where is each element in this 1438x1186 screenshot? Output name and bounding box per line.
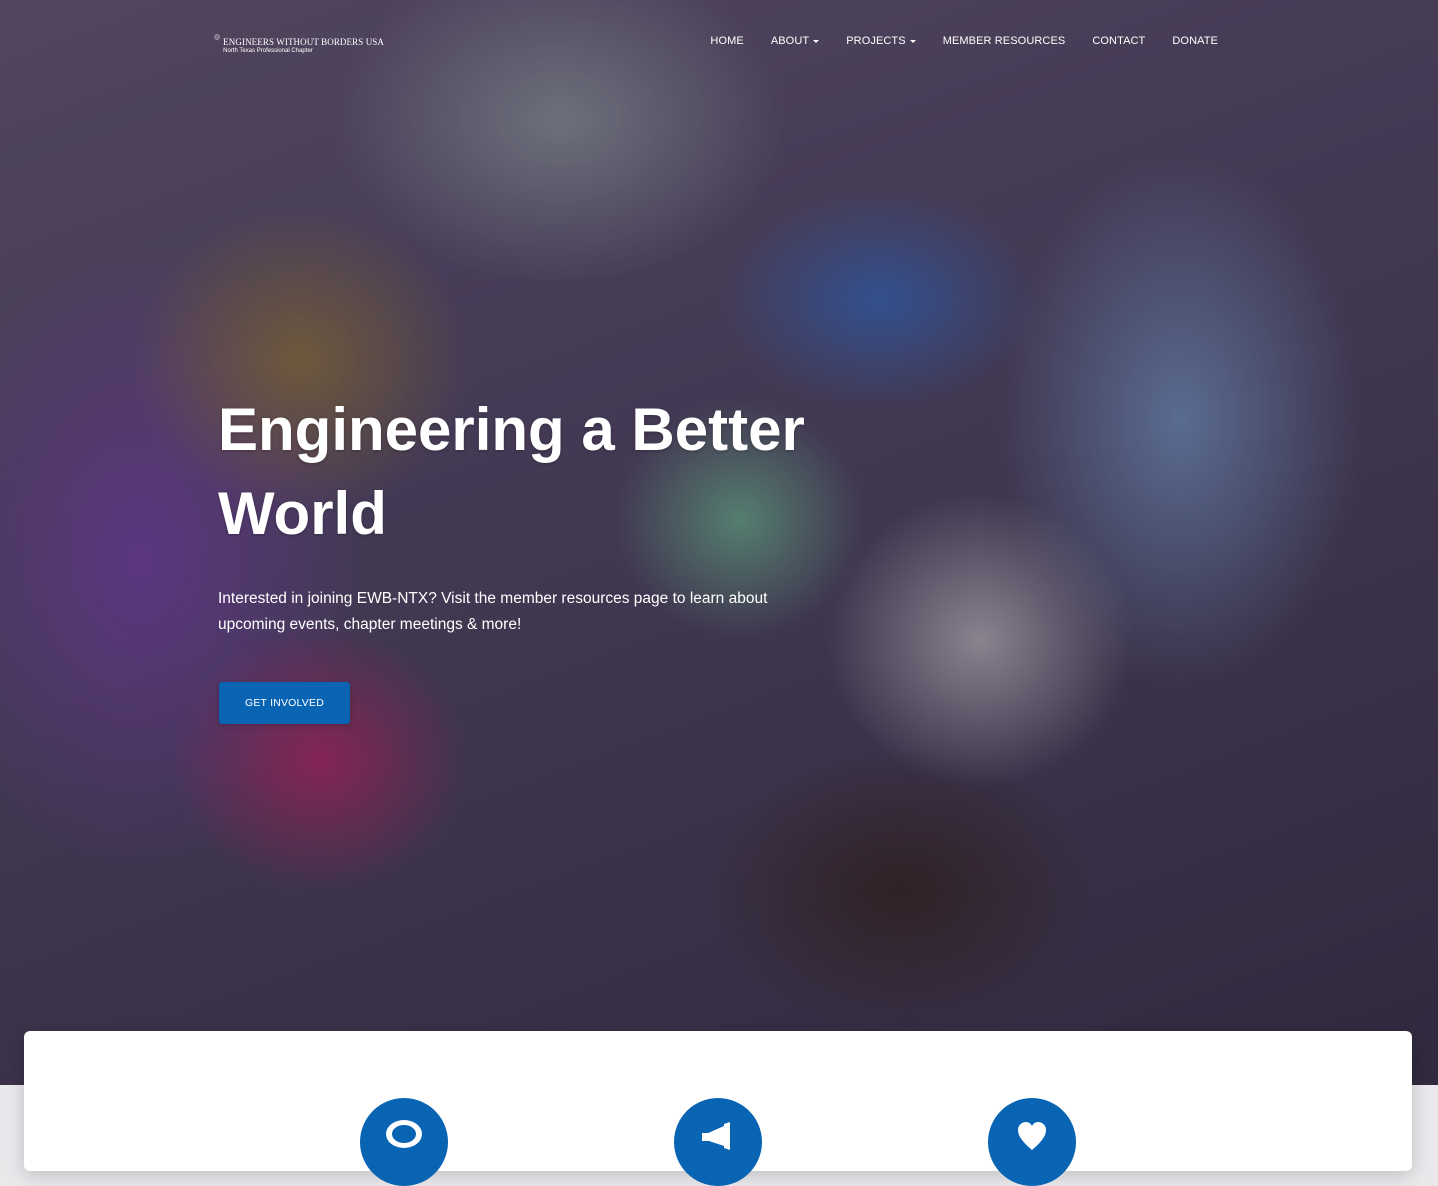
nav-item-donate[interactable]: DONATE <box>1172 34 1218 48</box>
caret-down-icon <box>813 39 820 43</box>
nav-item-label: PROJECTS <box>846 35 906 47</box>
features-card <box>24 1031 1412 1186</box>
get-involved-button[interactable]: GET INVOLVED <box>219 682 350 724</box>
nav-item-projects[interactable]: PROJECTS <box>846 34 916 48</box>
nav-item-label: HOME <box>710 35 744 47</box>
feature-chat <box>360 1098 448 1186</box>
feature-megaphone <box>674 1098 762 1186</box>
nav-item-label: CONTACT <box>1092 35 1146 47</box>
heart-icon <box>1018 1122 1046 1150</box>
nav-item-label: MEMBER RESOURCES <box>942 35 1066 47</box>
logo-title: ENGINEERS WITHOUT BORDERS USA <box>223 37 384 47</box>
nav-item-contact[interactable]: CONTACT <box>1092 34 1145 48</box>
logo-subtitle: North Texas Professional Chapter <box>223 48 313 54</box>
chat-icon <box>386 1120 422 1148</box>
feature-heart <box>988 1098 1076 1186</box>
site-logo[interactable]: ENGINEERS WITHOUT BORDERS USA North Texa… <box>214 24 384 60</box>
hero-title: Engineering a Better World <box>218 396 805 547</box>
navbar: ENGINEERS WITHOUT BORDERS USA North Texa… <box>0 0 1438 84</box>
nav-item-label: DONATE <box>1172 35 1218 47</box>
nav-item-about[interactable]: ABOUT <box>770 34 820 48</box>
nav-item-member-resources[interactable]: MEMBER RESOURCES <box>943 34 1066 48</box>
main-nav: HOME ABOUT PROJECTS MEMBER RESOURCES CON… <box>710 34 1218 48</box>
globe-icon <box>214 34 220 40</box>
nav-item-label: ABOUT <box>770 35 810 47</box>
caret-down-icon <box>909 39 916 43</box>
hero-content: Engineering a Better World Interested in… <box>218 388 858 638</box>
nav-item-home[interactable]: HOME <box>710 34 743 48</box>
megaphone-icon <box>702 1122 730 1150</box>
hero-description: Interested in joining EWB-NTX? Visit the… <box>218 590 768 633</box>
